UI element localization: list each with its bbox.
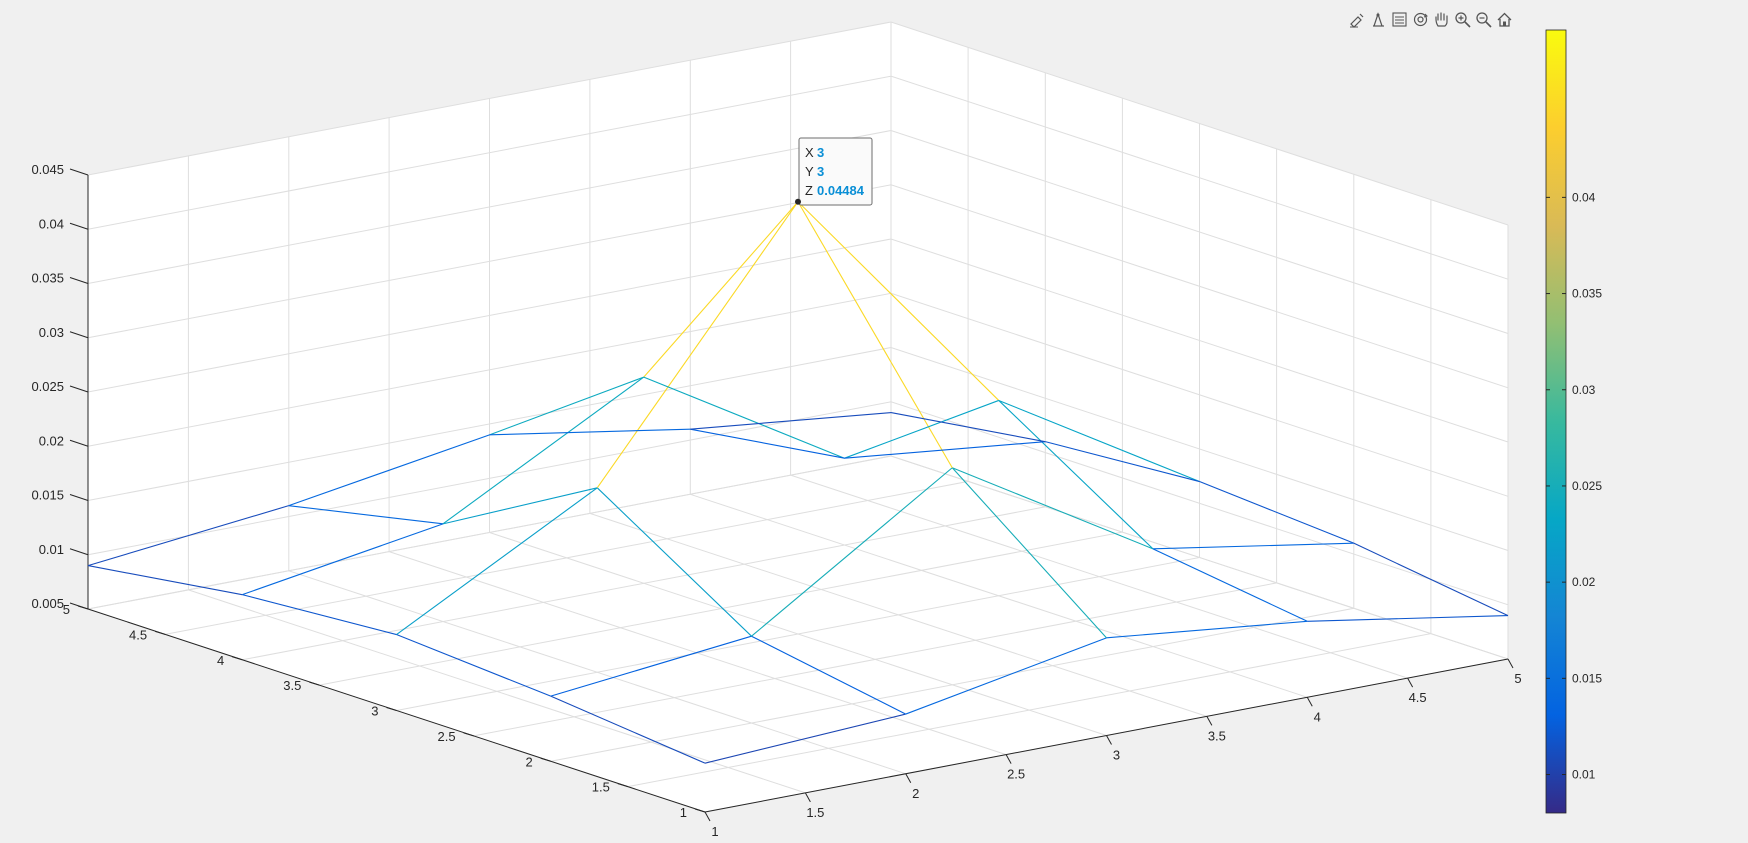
colorbar[interactable]: 0.01 0.015 0.02 0.025 0.03 0.035 0.04 xyxy=(1545,29,1602,814)
x-tick-label: 3 xyxy=(1113,748,1120,763)
z-tick xyxy=(69,331,89,339)
z-tick-label: 0.015 xyxy=(31,488,64,503)
colorbar-tick-label: 0.03 xyxy=(1572,383,1596,397)
colorbar-tick-label: 0.025 xyxy=(1572,479,1602,493)
z-tick xyxy=(69,439,89,447)
pan-hand-icon xyxy=(1435,11,1448,27)
zoom-out-button[interactable] xyxy=(1474,10,1493,29)
y-tick-label: 4.5 xyxy=(129,627,147,642)
x-tick xyxy=(1306,697,1313,707)
colorbar-tick-label: 0.015 xyxy=(1572,671,1602,685)
data-tip-z-label: Z xyxy=(805,183,813,198)
z-tick-label: 0.005 xyxy=(31,596,64,611)
data-tip-x-label: X xyxy=(805,145,814,160)
home-icon xyxy=(1497,12,1512,27)
data-tip-x-value: 3 xyxy=(817,145,824,160)
z-tick-label: 0.01 xyxy=(39,542,64,557)
legend-button[interactable] xyxy=(1390,10,1409,29)
figure: 11.522.533.544.5511.522.533.544.550.0050… xyxy=(31,21,1602,839)
x-tick xyxy=(1507,658,1514,669)
x-tick-label: 2.5 xyxy=(1007,767,1025,782)
z-tick xyxy=(69,168,89,176)
legend-icon xyxy=(1392,11,1407,27)
x-tick xyxy=(1005,754,1012,764)
zoom-in-button[interactable] xyxy=(1453,10,1472,29)
data-tip-z-value: 0.04484 xyxy=(817,183,865,198)
data-tip[interactable]: X 3 Y 3 Z 0.04484 xyxy=(795,137,873,206)
x-tick xyxy=(1106,735,1112,745)
z-tick xyxy=(69,277,89,284)
data-tip-y-value: 3 xyxy=(817,164,824,179)
pan-button[interactable] xyxy=(1432,10,1451,29)
x-tick-label: 1 xyxy=(711,824,718,839)
brush-icon xyxy=(1350,13,1364,28)
axes-3d[interactable]: 11.522.533.544.5511.522.533.544.550.0050… xyxy=(31,21,1522,839)
y-tick-label: 1.5 xyxy=(592,780,610,795)
y-tick-label: 2 xyxy=(526,754,533,769)
data-tip-marker[interactable] xyxy=(795,198,801,205)
y-tick-label: 2.5 xyxy=(438,729,456,744)
rotate-3d-icon xyxy=(1413,12,1428,26)
x-tick-label: 4 xyxy=(1314,709,1321,724)
colorbar-tick-label: 0.04 xyxy=(1572,190,1596,204)
z-tick-label: 0.035 xyxy=(31,271,64,286)
axes-toolbar xyxy=(1348,8,1514,30)
x-tick-label: 3.5 xyxy=(1208,728,1226,743)
z-tick-label: 0.025 xyxy=(31,379,64,394)
y-tick-label: 1 xyxy=(680,805,687,820)
z-tick xyxy=(69,385,89,393)
zoom-out-icon xyxy=(1476,11,1492,28)
y-tick-label: 4 xyxy=(217,653,224,668)
x-tick xyxy=(704,811,711,822)
data-tips-icon xyxy=(1373,11,1384,27)
x-tick-label: 5 xyxy=(1514,671,1521,686)
colorbar-gradient xyxy=(1545,29,1567,814)
brush-button[interactable] xyxy=(1348,10,1367,29)
z-tick xyxy=(69,548,89,556)
y-tick-label: 3.5 xyxy=(283,678,301,693)
y-tick-label: 3 xyxy=(371,704,378,719)
rotate-3d-button[interactable] xyxy=(1411,10,1430,29)
z-tick xyxy=(69,222,89,230)
x-tick-label: 4.5 xyxy=(1409,690,1427,705)
z-tick xyxy=(69,602,89,610)
x-tick xyxy=(1206,716,1213,726)
z-tick-label: 0.045 xyxy=(31,162,64,177)
colorbar-tick-label: 0.01 xyxy=(1572,768,1596,782)
x-tick xyxy=(1407,677,1414,688)
z-tick-label: 0.02 xyxy=(39,433,64,448)
x-tick xyxy=(804,792,811,803)
colorbar-tick-label: 0.035 xyxy=(1572,287,1602,301)
x-tick xyxy=(905,773,912,783)
z-tick-label: 0.03 xyxy=(39,325,64,340)
colorbar-tick-label: 0.02 xyxy=(1572,575,1596,589)
data-tips-button[interactable] xyxy=(1369,10,1388,29)
data-tip-y-label: Y xyxy=(805,164,814,179)
x-tick-label: 1.5 xyxy=(806,805,824,820)
home-button[interactable] xyxy=(1495,10,1514,29)
zoom-in-icon xyxy=(1455,11,1471,28)
z-tick xyxy=(69,494,89,501)
z-tick-label: 0.04 xyxy=(39,216,64,231)
x-tick-label: 2 xyxy=(912,786,919,801)
